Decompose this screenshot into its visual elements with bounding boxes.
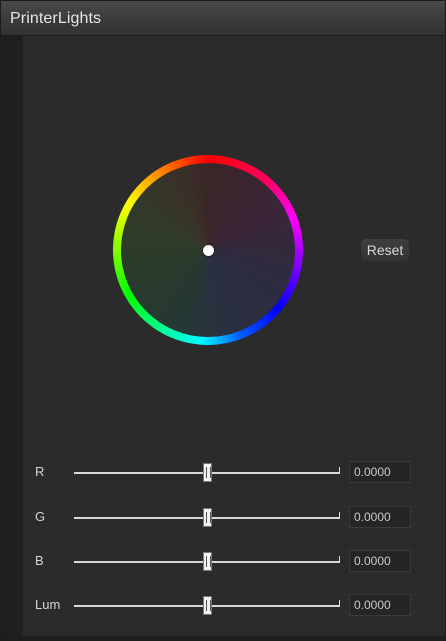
slider-label-b: B	[35, 553, 44, 568]
slider-label-g: G	[35, 509, 46, 524]
slider-end-tick	[339, 600, 340, 606]
color-wheel-handle[interactable]	[203, 245, 214, 256]
window-title: PrinterLights	[10, 10, 102, 27]
title-bar[interactable]: PrinterLights	[1, 1, 445, 36]
slider-thumb-b[interactable]	[203, 552, 212, 571]
reset-button[interactable]: Reset	[361, 239, 409, 261]
slider-row-r: R 0.0000	[1, 461, 446, 485]
bottom-edge	[1, 636, 445, 641]
slider-thumb-r[interactable]	[203, 463, 212, 482]
slider-end-tick	[339, 512, 340, 518]
slider-row-lum: Lum 0.0000	[1, 594, 446, 618]
slider-row-b: B 0.0000	[1, 550, 446, 574]
slider-label-lum: Lum	[35, 597, 61, 612]
slider-row-g: G 0.0000	[1, 506, 446, 530]
value-field-r[interactable]: 0.0000	[349, 461, 411, 483]
slider-thumb-g[interactable]	[203, 508, 212, 527]
printerlights-window: PrinterLights Reset R 0.0000 G 0.0000 B …	[0, 0, 446, 641]
color-wheel[interactable]	[113, 155, 303, 345]
slider-thumb-lum[interactable]	[203, 596, 212, 615]
slider-end-tick	[339, 556, 340, 562]
slider-end-tick	[339, 467, 340, 473]
value-field-b[interactable]: 0.0000	[349, 550, 411, 572]
value-field-lum[interactable]: 0.0000	[349, 594, 411, 616]
slider-label-r: R	[35, 464, 45, 479]
value-field-g[interactable]: 0.0000	[349, 506, 411, 528]
